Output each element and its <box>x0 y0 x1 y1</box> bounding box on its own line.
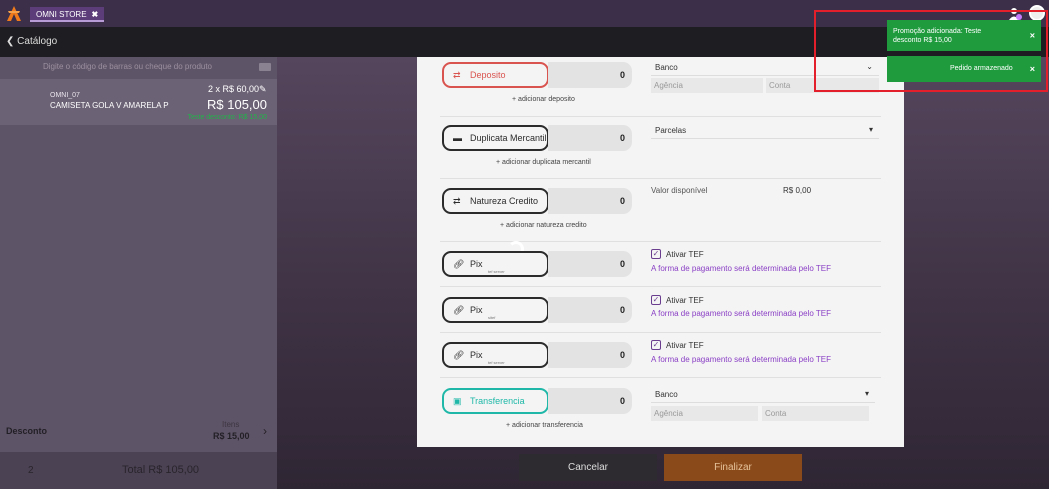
link-icon: 🔗︎ <box>453 258 465 269</box>
divider <box>440 286 881 287</box>
payment-sub-label: tef server <box>488 269 505 274</box>
item-name: CAMISETA GOLA V AMARELA P <box>50 101 169 110</box>
payment-transferencia-button[interactable]: ▣ Transferencia <box>442 388 549 414</box>
caret-down-icon: ▾ <box>864 389 869 398</box>
payment-label: Pix <box>470 350 483 360</box>
payment-natureza-credito-button[interactable]: ⇄ Natureza Credito <box>442 188 549 214</box>
stored-toast: Pedido armazenado × <box>887 56 1041 82</box>
amount-input[interactable]: 0 <box>548 188 632 214</box>
store-tab-label: OMNI STORE <box>36 10 87 19</box>
itens-label: Itens <box>222 420 240 429</box>
discount-label: Desconto <box>6 426 48 436</box>
amount-input[interactable]: 0 <box>548 388 632 414</box>
cart-total: Total R$ 105,00 <box>122 464 200 476</box>
tef-note: A forma de pagamento será determinada pe… <box>651 355 831 364</box>
ativar-tef-checkbox[interactable]: ✓ <box>651 249 661 259</box>
divider <box>440 178 881 179</box>
back-to-catalog-button[interactable]: ❮ Catálogo <box>6 36 57 47</box>
quantity-total: 2 <box>28 465 34 476</box>
divider <box>440 332 881 333</box>
ativar-tef-label: Ativar TEF <box>666 341 704 350</box>
valor-disponivel-label: Valor disponível <box>651 186 708 195</box>
caret-down-icon: ▾ <box>868 125 873 134</box>
chevron-left-icon: ❮ <box>6 36 15 47</box>
bank-select-label: Banco <box>655 63 678 72</box>
item-promo: Teste desconto: R$ 15,00 <box>187 114 267 121</box>
cart-item[interactable]: OMNI_07 CAMISETA GOLA V AMARELA P 2 x R$… <box>0 79 277 125</box>
tef-note: A forma de pagamento será determinada pe… <box>651 264 831 273</box>
bank-select-label: Banco <box>655 390 678 399</box>
conta-field[interactable]: Conta <box>762 406 869 421</box>
app-logo-icon <box>7 6 21 21</box>
finalize-button[interactable]: Finalizar <box>664 454 802 481</box>
cancel-button[interactable]: Cancelar <box>519 454 657 481</box>
close-icon[interactable]: ✖ <box>92 10 99 19</box>
payment-sub-label: tef server <box>488 360 505 365</box>
link-icon: 🔗︎ <box>453 349 465 360</box>
payment-sub-label: sitef <box>488 315 496 320</box>
bank-select[interactable]: Banco ▾ <box>651 387 875 403</box>
ativar-tef-label: Ativar TEF <box>666 250 704 259</box>
promo-toast-text: Promoção adicionada: Teste desconto R$ 1… <box>893 28 982 44</box>
link-icon: 🔗︎ <box>453 304 465 315</box>
ativar-tef-checkbox[interactable]: ✓ <box>651 340 661 350</box>
amount-input[interactable]: 0 <box>548 297 632 323</box>
valor-disponivel-value: R$ 0,00 <box>783 186 812 195</box>
payment-deposito-button[interactable]: ⇄ Deposito <box>442 62 549 88</box>
divider <box>440 116 881 117</box>
payment-duplicata-button[interactable]: ▬ Duplicata Mercantil <box>442 125 549 151</box>
add-natureza-link[interactable]: + adicionar natureza credito <box>500 222 587 229</box>
item-price: R$ 105,00 <box>207 97 267 112</box>
close-icon[interactable]: × <box>1030 31 1035 40</box>
transfer-icon: ⇄ <box>453 195 461 206</box>
back-label: Catálogo <box>17 36 58 47</box>
card-icon: ▬ <box>453 133 462 143</box>
ativar-tef-label: Ativar TEF <box>666 296 704 305</box>
add-deposito-link[interactable]: + adicionar deposito <box>512 96 575 103</box>
item-qty: 2 x R$ 60,00 <box>207 84 259 94</box>
money-icon: ▣ <box>453 395 462 406</box>
barcode-input[interactable]: Digite o código de barras ou cheque do p… <box>0 57 277 77</box>
payment-label: Pix <box>470 305 483 315</box>
add-transferencia-link[interactable]: + adicionar transferencia <box>506 422 583 429</box>
pencil-icon[interactable]: ✎ <box>259 84 268 94</box>
transfer-icon: ⇄ <box>453 69 461 80</box>
divider <box>440 377 881 378</box>
add-transferencia-label: adicionar transferencia <box>512 422 583 429</box>
payment-label: Transferencia <box>470 396 525 406</box>
amount-input[interactable]: 0 <box>548 342 632 368</box>
payment-label: Deposito <box>470 70 506 80</box>
amount-input[interactable]: 0 <box>548 125 632 151</box>
barcode-icon[interactable] <box>259 63 271 71</box>
parcelas-select-label: Parcelas <box>655 126 687 135</box>
chevron-right-icon[interactable]: › <box>263 424 267 438</box>
add-duplicata-label: adicionar duplicata mercantil <box>502 159 591 166</box>
agencia-field[interactable]: Agência <box>651 406 758 421</box>
tef-note: A forma de pagamento será determinada pe… <box>651 309 831 318</box>
amount-input[interactable]: 0 <box>548 251 632 277</box>
payment-label: Pix <box>470 259 483 269</box>
add-deposito-label: adicionar deposito <box>518 96 575 103</box>
close-icon[interactable]: × <box>1030 64 1035 74</box>
agencia-field[interactable]: Agência <box>651 78 763 93</box>
payment-pix-button[interactable]: 🔗︎ Pix tef server <box>442 342 549 368</box>
payment-label: Natureza Credito <box>470 196 539 206</box>
promo-toast: Promoção adicionada: Teste desconto R$ 1… <box>887 20 1041 51</box>
payment-pix-button[interactable]: 🔗︎ Pix tef server <box>442 251 549 277</box>
add-natureza-label: adicionar natureza credito <box>506 222 587 229</box>
parcelas-select[interactable]: Parcelas ▾ <box>651 123 879 139</box>
payment-pix-button[interactable]: 🔗︎ Pix sitef <box>442 297 549 323</box>
add-duplicata-link[interactable]: + adicionar duplicata mercantil <box>496 159 591 166</box>
payment-label: Duplicata Mercantil <box>470 133 547 143</box>
store-tab[interactable]: OMNI STORE ✖ <box>30 7 105 22</box>
stored-toast-text: Pedido armazenado <box>950 65 1013 72</box>
ativar-tef-checkbox[interactable]: ✓ <box>651 295 661 305</box>
item-code: OMNI_07 <box>50 92 80 99</box>
discount-value: R$ 15,00 <box>213 431 250 441</box>
amount-input[interactable]: 0 <box>548 62 632 88</box>
divider <box>440 241 881 242</box>
